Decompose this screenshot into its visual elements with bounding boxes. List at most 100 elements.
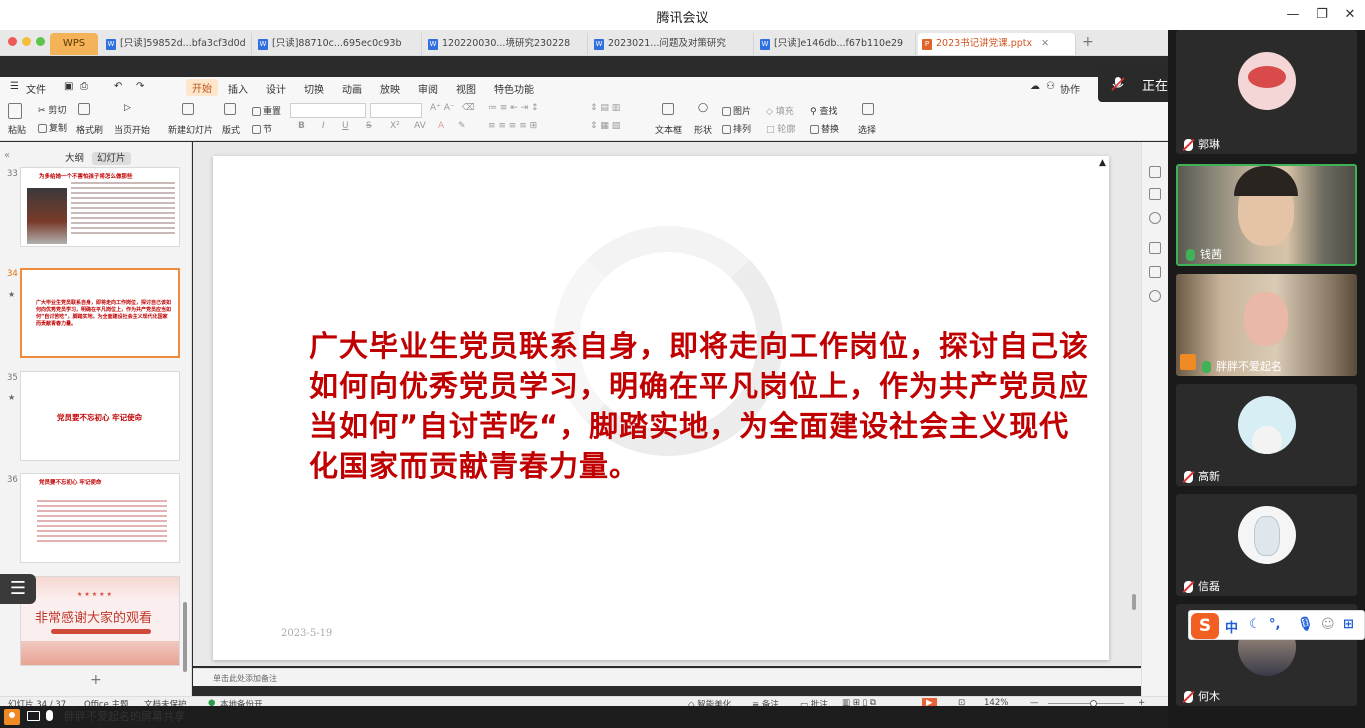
superscript-icon[interactable]: X²	[390, 121, 400, 131]
menu-transition[interactable]: 切换	[304, 81, 324, 96]
font-name-field[interactable]	[290, 103, 366, 118]
underline-icon[interactable]: U	[342, 121, 349, 131]
punctuation-icon[interactable]: °,	[1269, 617, 1280, 632]
doc-tab[interactable]: W [只读]88710c...695ec0c93b	[254, 33, 422, 55]
save-icon[interactable]: ▣	[64, 81, 73, 92]
undo-icon[interactable]: ↶	[114, 81, 122, 92]
participant-tile[interactable]: 胖胖不爱起名	[1176, 274, 1357, 376]
menu-design[interactable]: 设计	[266, 81, 286, 96]
close-icon[interactable]: ✕	[1340, 5, 1360, 25]
new-slide-button[interactable]: 新建幻灯片	[168, 123, 213, 136]
thumb-scrollbar[interactable]	[183, 602, 187, 672]
participant-tile-speaking[interactable]: 钱茜	[1176, 164, 1357, 266]
menu-collab[interactable]: 协作	[1060, 81, 1080, 96]
participant-tile[interactable]: 信磊	[1176, 494, 1357, 596]
participant-tile[interactable]: 郭琳	[1176, 30, 1357, 154]
menu-special[interactable]: 特色功能	[494, 81, 534, 96]
reset-button[interactable]: 重置	[252, 104, 281, 117]
tab-slides[interactable]: 幻灯片	[92, 152, 131, 165]
tab-outline[interactable]: 大纲	[60, 152, 89, 165]
format-painter-button[interactable]: 格式刷	[76, 123, 103, 136]
history-icon[interactable]	[1149, 212, 1161, 224]
picture-button[interactable]: 图片	[722, 104, 751, 117]
design-icon[interactable]	[1149, 188, 1161, 200]
doc-tab[interactable]: W [只读]59852d...bfa3cf3d0d	[102, 33, 252, 55]
select-icon[interactable]	[862, 103, 876, 115]
cloud-icon[interactable]: ☁	[1030, 81, 1040, 92]
direction-icons[interactable]: ⇕ ▦ ▧	[590, 121, 620, 131]
canvas-scrollbar[interactable]	[1132, 594, 1136, 610]
mac-close-icon[interactable]	[8, 37, 17, 46]
font-color-icon[interactable]: A	[438, 121, 444, 131]
play-icon[interactable]: ▷	[124, 103, 131, 113]
add-slide-icon[interactable]: +	[90, 672, 102, 688]
slide-main-text[interactable]: 广大毕业生党员联系自身，即将走向工作岗位，探讨自己该如何向优秀党员学习，明确在平…	[309, 326, 1089, 486]
ime-mode[interactable]: 中	[1225, 617, 1238, 636]
menu-slideshow[interactable]: 放映	[380, 81, 400, 96]
cut-button[interactable]: ✂ 剪切	[38, 103, 66, 116]
mac-zoom-icon[interactable]	[36, 37, 45, 46]
arrange-button[interactable]: 排列	[722, 122, 751, 135]
print-icon[interactable]: ⎙	[80, 81, 88, 92]
shape-icon[interactable]: ◯	[698, 103, 708, 113]
layout-button[interactable]: 版式	[222, 123, 240, 136]
slide-thumbnail[interactable]: ★★★★★ 非常感谢大家的观看	[20, 576, 180, 666]
bold-icon[interactable]: B	[298, 121, 305, 131]
italic-icon[interactable]: I	[322, 121, 325, 131]
notes-bar[interactable]: 单击此处添加备注	[193, 668, 1141, 686]
sogou-logo-icon[interactable]: S	[1191, 613, 1219, 639]
from-current-button[interactable]: 当页开始	[114, 123, 150, 136]
list-icons[interactable]: ≔ ≡ ⇤ ⇥ ↕	[488, 103, 539, 113]
paragraph-icons[interactable]: ⇕ ▤ ▥	[590, 103, 620, 113]
clear-format-icon[interactable]: ⌫	[462, 103, 475, 113]
align-icons[interactable]: ≡ ≡ ≡ ≡ ⊞	[488, 121, 537, 131]
user-icon[interactable]: ☺	[1321, 617, 1335, 632]
slide-thumbnail[interactable]: 党员要不忘初心 牢记使命	[20, 473, 180, 563]
copy-button[interactable]: 复制	[38, 121, 67, 134]
zoom-slider[interactable]	[1048, 703, 1124, 704]
slide-thumbnail-current[interactable]: 广大毕业生党员联系自身，即将走向工作岗位，探讨自己该如何向优秀党员学习，明确在平…	[20, 268, 180, 358]
doc-tab[interactable]: W 120220030...境研究230228	[424, 33, 588, 55]
menu-home[interactable]: 开始	[186, 79, 218, 96]
section-button[interactable]: 节	[252, 122, 272, 135]
tab-close-icon[interactable]: ✕	[1041, 38, 1049, 49]
participant-tile[interactable]: 高新	[1176, 384, 1357, 486]
hamburger-icon[interactable]: ☰	[10, 81, 19, 92]
slide-thumbnail[interactable]: 为多给她一个不害怕孩子将怎么做那些	[20, 167, 180, 247]
doc-tab[interactable]: W [只读]e146db...f67b110e29	[756, 33, 916, 55]
wps-home-tab[interactable]: WPS	[50, 33, 98, 55]
help-icon[interactable]	[1149, 290, 1161, 302]
menu-view[interactable]: 视图	[456, 81, 476, 96]
redo-icon[interactable]: ↷	[136, 81, 144, 92]
text-box-icon[interactable]	[662, 103, 676, 115]
new-tab-icon[interactable]: +	[1082, 34, 1094, 50]
shape-button[interactable]: 形状	[694, 123, 712, 136]
outline-toggle-button[interactable]: ☰	[0, 574, 36, 604]
replace-button[interactable]: 替换	[810, 122, 839, 135]
restore-icon[interactable]: ❐	[1312, 5, 1332, 25]
apps-grid-icon[interactable]: ⊞	[1343, 617, 1354, 632]
moon-icon[interactable]: ☾	[1249, 617, 1261, 632]
doc-tab[interactable]: W 2023021...问题及对策研究	[590, 33, 754, 55]
collapse-panel-icon[interactable]: «	[4, 150, 10, 161]
font-size-field[interactable]	[370, 103, 422, 118]
collab-icon[interactable]: ⚇	[1046, 81, 1055, 92]
menu-insert[interactable]: 插入	[228, 81, 248, 96]
paste-button[interactable]	[8, 103, 24, 119]
find-button[interactable]: ⚲ 查找	[810, 104, 837, 117]
fill-button[interactable]: ◇ 填充	[766, 104, 794, 117]
text-box-button[interactable]: 文本框	[655, 123, 682, 136]
strikethrough-icon[interactable]: S	[366, 121, 372, 131]
format-painter-icon[interactable]	[78, 103, 92, 115]
slide[interactable]: 广大毕业生党员联系自身，即将走向工作岗位，探讨自己该如何向优秀党员学习，明确在平…	[213, 156, 1109, 660]
font-grow-icon[interactable]: A⁺ A⁻	[430, 103, 455, 113]
char-spacing-icon[interactable]: AV	[414, 121, 426, 131]
menu-file[interactable]: 文件	[26, 81, 46, 96]
properties-icon[interactable]	[1149, 166, 1161, 178]
minimize-icon[interactable]: —	[1283, 5, 1303, 25]
layout-icon[interactable]	[224, 103, 238, 115]
highlight-icon[interactable]: ✎	[458, 121, 466, 131]
menu-review[interactable]: 审阅	[418, 81, 438, 96]
menu-animation[interactable]: 动画	[342, 81, 362, 96]
mac-minimize-icon[interactable]	[22, 37, 31, 46]
